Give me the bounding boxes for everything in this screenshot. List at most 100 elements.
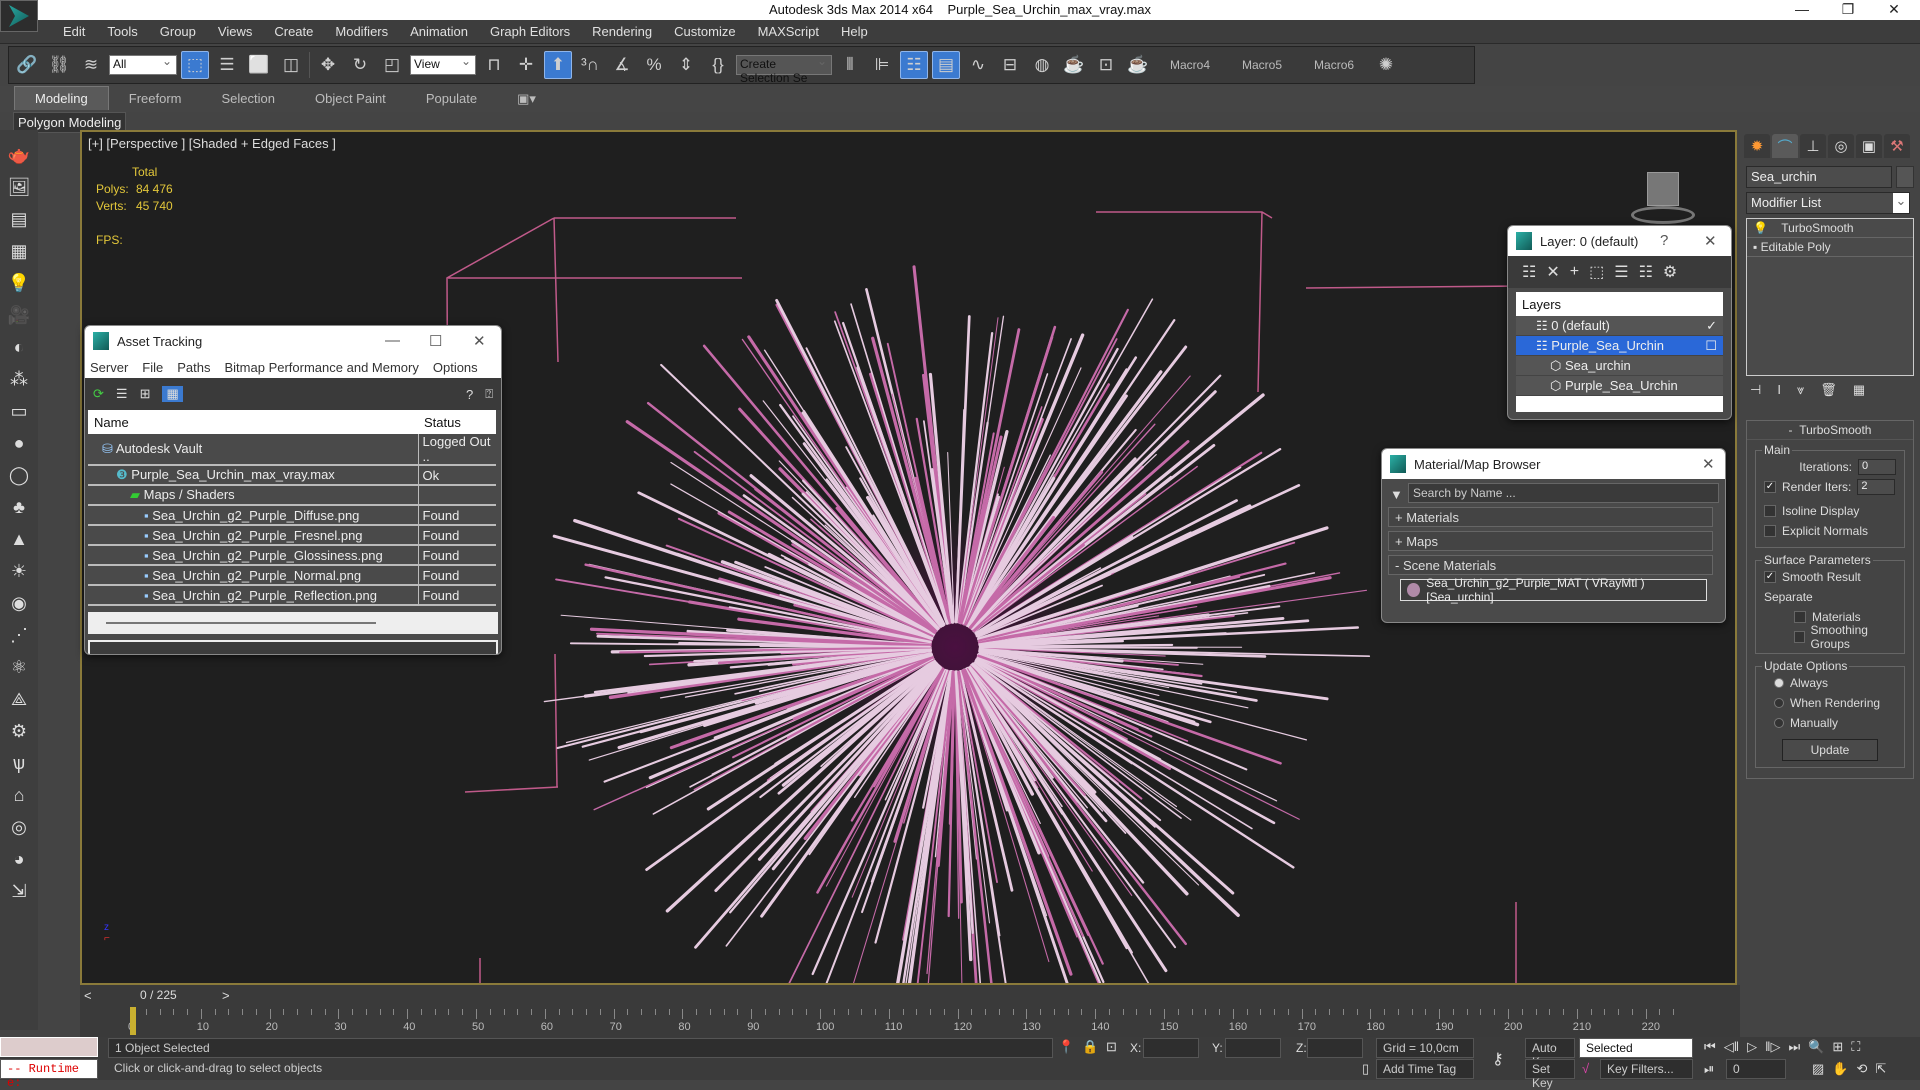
zoom-icon[interactable]: 🔍 — [1808, 1039, 1824, 1055]
key-mode-dropdown[interactable]: Selected — [1579, 1038, 1693, 1058]
tripod-icon[interactable]: ⟁ — [7, 686, 31, 713]
object-name-field[interactable]: Sea_urchin — [1746, 166, 1892, 188]
maximize-viewport-icon[interactable]: ⇱ — [1875, 1061, 1886, 1077]
remove-modifier-icon[interactable]: 🗑 — [1820, 382, 1837, 398]
macro5-button[interactable]: Macro5 — [1228, 58, 1296, 72]
render-production-icon[interactable]: ☕ — [1124, 51, 1152, 79]
refresh-icon[interactable]: ⟳ — [93, 386, 104, 402]
lock-selection-icon[interactable]: 🔒 — [1082, 1039, 1098, 1055]
camera-icon[interactable]: 🎥 — [7, 302, 31, 329]
menu-file[interactable]: File — [142, 360, 163, 375]
menu-rendering[interactable]: Rendering — [581, 20, 663, 43]
absolute-mode-icon[interactable]: ⊡ — [1106, 1039, 1117, 1055]
menu-views[interactable]: Views — [207, 20, 263, 43]
orbit-icon[interactable]: ⟲ — [1856, 1061, 1867, 1077]
key-filters-button[interactable]: Key Filters... — [1600, 1059, 1693, 1079]
menu-options[interactable]: Options — [433, 360, 478, 375]
create-tab-icon[interactable]: ✹ — [1744, 134, 1770, 158]
key-tangent-icon[interactable]: √ — [1582, 1061, 1589, 1076]
select-manipulate-icon[interactable]: ✛ — [512, 51, 540, 79]
stack-item-editable-poly[interactable]: ▪ Editable Poly — [1747, 238, 1913, 257]
next-key-icon[interactable]: ‖▷ — [1765, 1039, 1780, 1055]
unlink-icon[interactable]: ⛓ — [45, 51, 73, 79]
gear-icon[interactable]: ⚙ — [7, 718, 31, 745]
molecule-icon[interactable]: ⚛ — [7, 654, 31, 681]
menu-paths[interactable]: Paths — [177, 360, 210, 375]
rotate-icon[interactable]: ↻ — [346, 51, 374, 79]
viewcube-face[interactable] — [1647, 172, 1679, 206]
hide-layers-icon[interactable]: ☷ — [1639, 262, 1653, 282]
viewcube-ring[interactable] — [1631, 206, 1695, 224]
display-tab-icon[interactable]: ▣ — [1856, 134, 1882, 158]
render-iters-spinner[interactable]: 2 — [1857, 479, 1895, 495]
rectangular-selection-icon[interactable]: ⬜ — [245, 51, 273, 79]
spinner-snap-icon[interactable]: ⇕ — [672, 51, 700, 79]
y-coordinate-field[interactable] — [1225, 1038, 1281, 1058]
mirror-icon[interactable]: ⫴ — [836, 51, 864, 79]
menu-server[interactable]: Server — [90, 360, 128, 375]
update-button[interactable]: Update — [1782, 739, 1878, 761]
isolate-icon[interactable]: 📍 — [1058, 1039, 1074, 1055]
isoline-display-checkbox[interactable] — [1764, 505, 1776, 517]
next-frame-arrow[interactable]: > — [222, 988, 230, 1003]
move-icon[interactable]: ✥ — [314, 51, 342, 79]
show-end-result-icon[interactable]: I — [1777, 382, 1781, 398]
cylinder-icon[interactable]: ◯ — [7, 462, 31, 489]
asset-row[interactable]: ▪ Sea_Urchin_g2_Purple_Normal.pngFound — [88, 565, 496, 585]
layer-current-toggle[interactable]: ✓ — [1706, 318, 1717, 334]
help-icon[interactable]: ? — [466, 387, 473, 402]
smooth-result-checkbox[interactable]: ✓ — [1764, 571, 1776, 583]
group-materials[interactable]: + Materials — [1388, 507, 1713, 527]
delete-layer-icon[interactable]: ✕ — [1546, 262, 1559, 282]
current-frame-field[interactable]: 0 — [1726, 1059, 1786, 1079]
ribbon-options-icon[interactable]: ▣▾ — [497, 87, 556, 111]
search-input[interactable]: Search by Name ... — [1408, 483, 1719, 503]
menu-maxscript[interactable]: MAXScript — [747, 20, 830, 43]
teapot-icon[interactable]: 🫖 — [7, 142, 31, 169]
selection-filter-dropdown[interactable]: All — [109, 55, 177, 75]
scale-icon[interactable]: ◰ — [378, 51, 406, 79]
reference-coordinate-dropdown[interactable]: View — [410, 55, 476, 75]
layer-row[interactable]: ☷ 0 (default)✓ — [1516, 316, 1723, 336]
asset-path-field[interactable] — [88, 640, 498, 655]
macro4-button[interactable]: Macro4 — [1156, 58, 1224, 72]
select-by-name-icon[interactable]: ☰ — [213, 51, 241, 79]
scroll-thumb[interactable] — [106, 622, 376, 624]
when-rendering-radio[interactable] — [1774, 698, 1784, 708]
time-config-icon[interactable]: ⏯ — [1704, 1061, 1714, 1077]
z-coordinate-field[interactable] — [1307, 1038, 1363, 1058]
menu-create[interactable]: Create — [263, 20, 324, 43]
rollout-header[interactable]: - TurboSmooth — [1747, 421, 1913, 440]
tree-icon[interactable]: ♣ — [7, 494, 31, 521]
time-slider-handle[interactable] — [130, 1007, 136, 1035]
bind-space-warp-icon[interactable]: ≋ — [77, 51, 105, 79]
column-status[interactable]: Status — [418, 410, 496, 434]
x-coordinate-field[interactable] — [1143, 1038, 1199, 1058]
menu-help[interactable]: Help — [830, 20, 879, 43]
maxscript-listener[interactable] — [0, 1037, 98, 1057]
align-icon[interactable]: ⊫ — [868, 51, 896, 79]
play-icon[interactable]: ▷ — [1747, 1039, 1757, 1055]
minimize-icon[interactable]: — — [385, 332, 400, 349]
pan-icon[interactable]: ✋ — [1832, 1061, 1848, 1077]
list-view-icon[interactable]: ☰ — [116, 386, 128, 402]
frame-counter[interactable]: 0 / 225 — [140, 988, 177, 1002]
helper-icon[interactable]: ◐ — [7, 334, 31, 361]
time-slider[interactable]: < 0 / 225 > — [80, 985, 1740, 1007]
close-icon[interactable]: ✕ — [473, 332, 486, 350]
layer-manager-icon[interactable]: ☷ — [900, 51, 928, 79]
select-object-icon[interactable]: ⬚ — [181, 51, 209, 79]
asset-row[interactable]: ▪ Sea_Urchin_g2_Purple_Reflection.pngFou… — [88, 585, 496, 605]
minimize-button[interactable]: — — [1780, 0, 1824, 20]
globe-icon[interactable]: ◕ — [7, 846, 31, 873]
angle-snap-icon[interactable]: ∡ — [608, 51, 636, 79]
asset-row[interactable]: ⛁ Autodesk VaultLogged Out .. — [88, 434, 496, 465]
link-icon[interactable]: 🔗 — [13, 51, 41, 79]
render-frame-icon[interactable]: 🖼 — [7, 174, 31, 201]
motion-tab-icon[interactable]: ◎ — [1828, 134, 1854, 158]
tab-object-paint[interactable]: Object Paint — [295, 87, 406, 110]
percent-snap-icon[interactable]: % — [640, 51, 668, 79]
select-objects-icon[interactable]: ⬚ — [1589, 262, 1604, 282]
timeline-track[interactable]: 0102030405060708090100110120130140150160… — [80, 1007, 1740, 1037]
key-icon[interactable]: ⚷ — [1492, 1049, 1504, 1069]
